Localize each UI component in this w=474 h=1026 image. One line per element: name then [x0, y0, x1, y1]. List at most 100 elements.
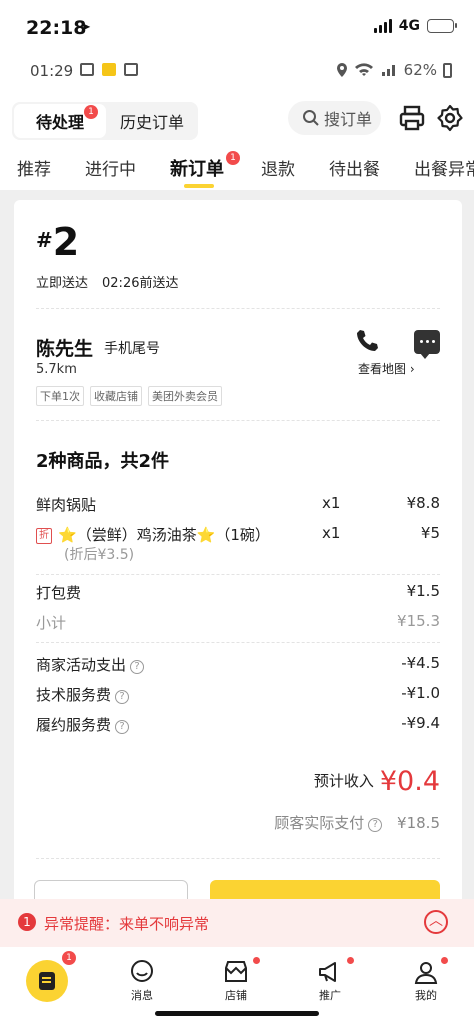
android-battery: 62%	[403, 61, 437, 79]
message-icon[interactable]	[414, 330, 440, 359]
nav-messages-label: 消息	[131, 989, 153, 1002]
store-icon	[225, 961, 247, 982]
packing-fee-label: 打包费	[36, 584, 82, 602]
tab-history-label: 历史订单	[119, 113, 184, 132]
tab-history[interactable]: 历史订单	[108, 104, 196, 138]
orders-icon	[39, 972, 55, 990]
android-status-bar: 01:29 62%	[0, 52, 474, 90]
tab-in-progress[interactable]: 进行中	[85, 155, 136, 180]
tab-new-orders[interactable]: 新订单	[170, 155, 224, 181]
item-suffix: （1碗）	[215, 526, 270, 544]
order-item-row: 折 ⭐（尝鲜）鸡汤油茶⭐（1碗） x1 ¥5	[36, 524, 440, 546]
help-icon[interactable]: ?	[130, 660, 145, 674]
customer-paid-label: 顾客实际支付	[274, 814, 365, 832]
settings-gear-icon[interactable]	[436, 104, 464, 132]
tab-meal-exception[interactable]: 出餐异常	[414, 155, 474, 180]
orders-badge: 1	[62, 951, 76, 965]
packing-fee-value: ¥1.5	[406, 582, 440, 600]
nav-mine[interactable]: 我的	[396, 959, 456, 1003]
star-icon: ⭐	[58, 526, 77, 544]
call-icon[interactable]	[354, 328, 380, 354]
delivery-info: 立即送达 02:26前送达	[36, 272, 192, 291]
image-icon	[80, 63, 94, 76]
nav-store[interactable]: 店铺	[206, 959, 266, 1003]
tab-pending-label: 待处理	[35, 113, 84, 132]
help-icon[interactable]: ?	[368, 818, 383, 832]
subtotal-label: 小计	[36, 614, 67, 632]
store-dot-badge	[253, 957, 260, 964]
discount-tag: 折	[36, 528, 52, 544]
nav-promotion-label: 推广	[319, 989, 341, 1002]
fee-row: 履约服务费? -¥9.4	[36, 714, 440, 736]
item-price: ¥8.8	[406, 494, 440, 512]
item-qty: x1	[322, 494, 341, 512]
wifi-icon	[354, 63, 373, 76]
customer-name: 陈先生	[36, 338, 94, 360]
order-status-tabs: 推荐 进行中 新订单 1 退款 待出餐 出餐异常	[0, 145, 474, 190]
nav-mine-label: 我的	[415, 989, 437, 1002]
fee-row: 商家活动支出? -¥4.5	[36, 654, 440, 676]
nav-store-label: 店铺	[225, 989, 247, 1002]
fee-label: 商家活动支出	[36, 656, 127, 674]
help-icon[interactable]: ?	[115, 720, 130, 734]
message-bubble-icon	[131, 960, 153, 982]
delivery-type: 立即送达	[36, 276, 89, 291]
customer-paid: 顾客实际支付? ¥18.5	[274, 812, 440, 833]
megaphone-icon	[319, 962, 336, 982]
cellular-signal-icon	[373, 19, 392, 33]
fee-label: 履约服务费	[36, 716, 112, 734]
tab-recommend[interactable]: 推荐	[17, 155, 51, 180]
customer-tag: 下单1次	[36, 386, 84, 406]
divider	[36, 308, 440, 309]
estimated-income: 预计收入 ¥0.4	[314, 766, 440, 797]
help-icon[interactable]: ?	[115, 690, 130, 704]
active-tab-indicator	[184, 184, 214, 188]
order-hash: #	[36, 228, 53, 252]
nav-promotion[interactable]: 推广	[300, 959, 360, 1003]
divider	[36, 420, 440, 421]
network-type: 4G	[398, 18, 420, 34]
nav-orders-button[interactable]	[26, 960, 68, 1002]
star-icon: ⭐	[196, 526, 216, 544]
item-name: （尝鲜）鸡汤油茶	[76, 526, 197, 544]
promotion-dot-badge	[347, 957, 354, 964]
pending-badge: 1	[84, 105, 98, 119]
fee-row: 技术服务费? -¥1.0	[36, 684, 440, 706]
mine-dot-badge	[441, 957, 448, 964]
user-icon	[414, 962, 438, 984]
notification-icon	[124, 63, 138, 76]
alert-text: 异常提醒：来单不响异常	[44, 915, 210, 933]
nav-messages[interactable]: 消息	[112, 959, 172, 1003]
item-name: 鲜肉锅贴	[36, 496, 97, 514]
exception-alert-bar[interactable]: 1 异常提醒：来单不响异常 ︿	[0, 899, 474, 947]
fee-value: -¥9.4	[401, 714, 440, 732]
android-time: 01:29	[30, 62, 74, 80]
fee-label: 技术服务费	[36, 686, 112, 704]
printer-icon[interactable]	[398, 104, 426, 132]
location-pin-icon	[336, 63, 347, 77]
customer-tag: 收藏店铺	[90, 386, 142, 406]
packing-fee-row: 打包费 ¥1.5	[36, 582, 440, 604]
search-icon	[303, 110, 319, 126]
tab-pending-meal[interactable]: 待出餐	[329, 155, 380, 180]
tab-refund[interactable]: 退款	[261, 155, 295, 180]
ios-status-right: 4G	[373, 18, 457, 34]
search-orders-input[interactable]: 搜订单	[288, 101, 381, 135]
divider	[36, 574, 440, 575]
app-icon	[102, 63, 116, 76]
customer-phone: 手机尾号	[104, 341, 160, 357]
chevron-up-icon[interactable]: ︿	[424, 910, 448, 934]
divider	[36, 642, 440, 643]
delivery-time: 02:26前送达	[102, 276, 179, 291]
order-number-value: 2	[52, 220, 80, 264]
income-label: 预计收入	[313, 772, 374, 790]
delivery-distance: 5.7km	[36, 362, 77, 377]
fee-value: -¥1.0	[401, 684, 440, 702]
divider	[36, 858, 440, 859]
order-segment-control: 待处理 1 历史订单	[12, 102, 198, 140]
alert-badge: 1	[18, 913, 36, 931]
item-discounted-price: (折后¥3.5)	[64, 547, 135, 563]
signal-icon	[381, 65, 395, 76]
item-price: ¥5	[420, 524, 440, 542]
view-map-link[interactable]: 查看地图 ›	[358, 360, 415, 377]
